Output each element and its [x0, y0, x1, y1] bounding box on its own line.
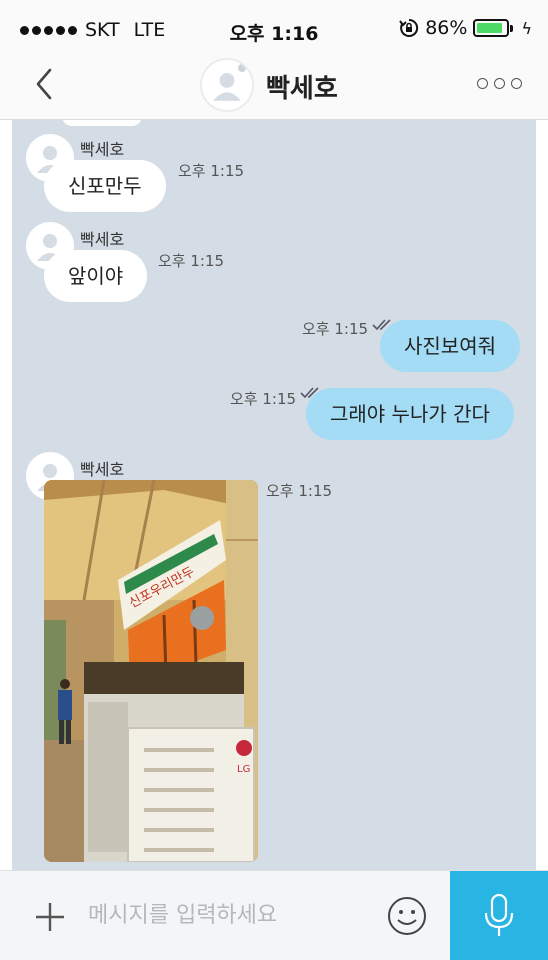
message-bubble-incoming[interactable]: 신포만두 [44, 160, 166, 212]
chat-title: 빡세호 [266, 74, 338, 104]
message-time: 오후 1:15 [302, 320, 369, 338]
battery-icon [473, 19, 514, 37]
input-bar [0, 870, 548, 960]
microphone-icon [484, 893, 514, 936]
status-right: 86% ϟ [399, 17, 532, 39]
message-time: 오후 1:15 [158, 252, 225, 270]
previous-message-sliver [62, 120, 142, 126]
status-bar: SKT LTE 오후 1:16 86% ϟ [0, 0, 548, 54]
message-time: 오후 1:15 [178, 162, 245, 180]
rotation-lock-icon [399, 18, 419, 37]
sender-name: 빡세호 [80, 460, 125, 479]
contact-avatar[interactable] [200, 58, 254, 112]
message-bubble-outgoing[interactable]: 사진보여줘 [380, 320, 520, 372]
shop-photo: 신포우리만두 LG [44, 480, 258, 862]
battery-fill [477, 23, 502, 33]
chat-header: 빡세호 [0, 54, 548, 120]
status-dot [236, 62, 248, 74]
photo-message[interactable]: 신포우리만두 LG [44, 480, 258, 862]
sender-name: 빡세호 [80, 230, 125, 249]
more-options-button[interactable] [477, 78, 522, 89]
charging-bolt-icon: ϟ [521, 18, 532, 38]
message-bubble-outgoing[interactable]: 그래야 누나가 간다 [306, 388, 514, 440]
message-bubble-incoming[interactable]: 앞이야 [44, 250, 148, 302]
message-input[interactable] [88, 893, 358, 937]
microphone-button[interactable] [450, 871, 548, 960]
sender-name: 빡세호 [80, 140, 125, 159]
chat-area[interactable]: 빡세호 신포만두 오후 1:15 빡세호 앞이야 오후 1:15 오후 1:15… [12, 120, 536, 870]
battery-percent: 86% [425, 17, 468, 39]
photo-brand-text: LG [237, 764, 250, 775]
emoji-smile-icon[interactable] [386, 895, 428, 937]
message-time: 오후 1:15 [230, 390, 297, 408]
back-button[interactable] [30, 66, 62, 102]
plus-icon[interactable] [32, 899, 68, 935]
message-time: 오후 1:15 [266, 482, 333, 500]
